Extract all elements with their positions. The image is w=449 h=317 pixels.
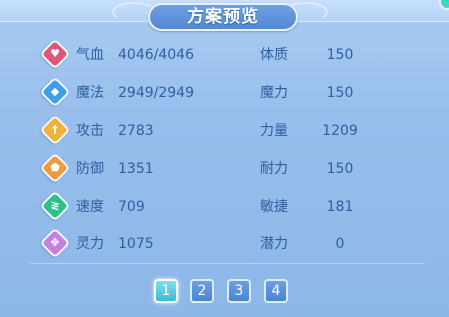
scheme-preview-panel: 方案预览 ♥ 气血 4046/4046 体质 150 ◆ 魔法 2949/2949 魔力 150 †…	[0, 0, 449, 317]
page-button-2[interactable]: 2	[190, 279, 214, 303]
attribute-label: 魔力	[260, 85, 288, 101]
attribute-value: 181	[326, 199, 354, 215]
attribute-value: 0	[335, 236, 345, 252]
stat-label: 速度	[76, 199, 104, 215]
attribute-label: 敏捷	[260, 199, 288, 215]
stat-value: 2783	[118, 123, 154, 139]
stat-value: 709	[118, 199, 145, 215]
panel-title: 方案预览	[187, 7, 259, 27]
attribute-value: 150	[326, 161, 354, 177]
attribute-label: 耐力	[260, 161, 288, 177]
spirit-icon: ✥	[39, 227, 71, 259]
stat-row: † 攻击 2783 力量 1209	[0, 114, 449, 146]
stat-value: 4046/4046	[118, 47, 194, 63]
mana-diamond-icon: ◆	[39, 76, 71, 108]
attribute-value: 1209	[322, 123, 358, 139]
divider	[30, 263, 425, 264]
stat-row: ⬟ 防御 1351 耐力 150	[0, 152, 449, 184]
heart-icon: ♥	[39, 38, 71, 70]
stat-label: 防御	[76, 161, 104, 177]
stat-row: ≷ 速度 709 敏捷 181	[0, 190, 449, 222]
sword-icon: †	[39, 114, 71, 146]
speed-icon: ≷	[39, 190, 71, 222]
stat-value: 2949/2949	[118, 85, 194, 101]
page-button-4[interactable]: 4	[264, 279, 288, 303]
stat-row: ✥ 灵力 1075 潜力 0	[0, 227, 449, 259]
page-selector: 1234	[0, 279, 449, 307]
stat-row: ◆ 魔法 2949/2949 魔力 150	[0, 76, 449, 108]
attribute-label: 体质	[260, 47, 288, 63]
stat-label: 气血	[76, 47, 104, 63]
stat-label: 魔法	[76, 85, 104, 101]
attribute-value: 150	[326, 85, 354, 101]
stat-row: ♥ 气血 4046/4046 体质 150	[0, 38, 449, 70]
stat-value: 1351	[118, 161, 154, 177]
shield-icon: ⬟	[39, 152, 71, 184]
page-button-1[interactable]: 1	[154, 279, 178, 303]
attribute-label: 潜力	[260, 236, 288, 252]
stat-label: 灵力	[76, 236, 104, 252]
stat-value: 1075	[118, 236, 154, 252]
attribute-value: 150	[326, 47, 354, 63]
attribute-label: 力量	[260, 123, 288, 139]
page-button-3[interactable]: 3	[227, 279, 251, 303]
stat-label: 攻击	[76, 123, 104, 139]
